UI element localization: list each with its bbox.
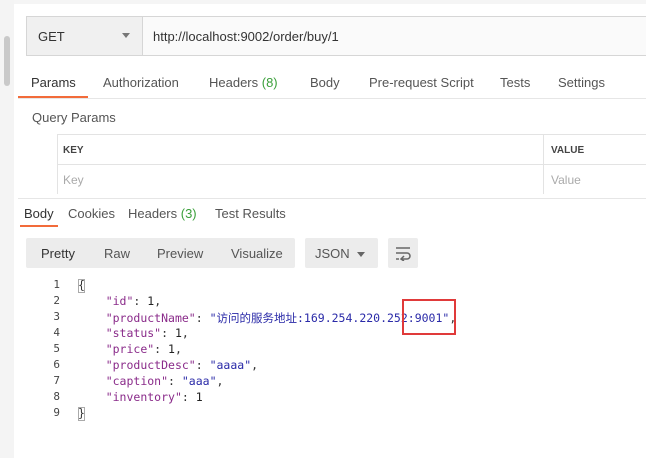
line-number: 5	[53, 342, 60, 355]
format-select[interactable]: JSON	[305, 238, 378, 268]
active-response-tab-indicator	[20, 225, 58, 227]
json-key: "caption"	[105, 374, 169, 388]
visualize-button[interactable]: Visualize	[231, 246, 283, 261]
code-line: 4 "status": 1,	[0, 326, 646, 342]
code-text: "productDesc": "aaaa",	[105, 358, 259, 372]
response-tabs: Body Cookies Headers (3) Test Results	[18, 198, 646, 227]
tab-settings[interactable]: Settings	[558, 75, 605, 90]
code-line: 5 "price": 1,	[0, 342, 646, 358]
code-text: "price": 1,	[105, 342, 182, 356]
method-label: GET	[38, 29, 65, 44]
line-number: 7	[53, 374, 60, 387]
code-line: 9}	[0, 406, 646, 422]
key-header: KEY	[63, 145, 84, 156]
code-text: "caption": "aaa",	[105, 374, 224, 388]
line-number: 1	[53, 278, 60, 291]
json-key: "productDesc"	[105, 358, 196, 372]
code-text: }	[78, 406, 85, 420]
json-key: "inventory"	[105, 390, 182, 404]
json-key: "productName"	[105, 311, 196, 325]
tab-authorization[interactable]: Authorization	[103, 75, 179, 90]
code-line: 6 "productDesc": "aaaa",	[0, 358, 646, 374]
tab-body[interactable]: Body	[310, 75, 340, 90]
query-params-table: KEY VALUE Key Value	[57, 134, 646, 194]
request-tabs: Params Authorization Headers (8) Body Pr…	[18, 68, 646, 99]
code-text: {	[78, 278, 85, 292]
response-tab-cookies[interactable]: Cookies	[68, 206, 115, 221]
response-tab-headers[interactable]: Headers (3)	[128, 206, 197, 221]
line-number: 9	[53, 406, 60, 419]
chevron-down-icon	[357, 252, 365, 257]
value-header: VALUE	[551, 145, 585, 156]
chevron-down-icon	[122, 33, 130, 38]
raw-button[interactable]: Raw	[104, 246, 130, 261]
json-value: "aaaa"	[209, 358, 252, 372]
line-number: 6	[53, 358, 60, 371]
line-number: 4	[53, 326, 60, 339]
tab-pre-request-script[interactable]: Pre-request Script	[369, 75, 474, 90]
response-tab-body[interactable]: Body	[24, 206, 54, 221]
top-edge	[0, 0, 646, 4]
json-value: 1	[195, 390, 203, 404]
tab-headers[interactable]: Headers (8)	[209, 75, 278, 90]
scrollbar-thumb[interactable]	[4, 36, 10, 86]
response-tab-test-results[interactable]: Test Results	[215, 206, 286, 221]
code-line: 2 "id": 1,	[0, 294, 646, 310]
pretty-button[interactable]: Pretty	[41, 246, 75, 261]
format-label: JSON	[315, 246, 350, 261]
json-key: "price"	[105, 342, 155, 356]
method-select[interactable]: GET	[27, 17, 143, 55]
code-line: 3 "productName": "访问的服务地址:169.254.220.25…	[0, 310, 646, 326]
json-value: 1	[168, 342, 175, 356]
column-divider	[543, 134, 544, 194]
json-key: "status"	[105, 326, 162, 340]
wrap-lines-icon	[396, 247, 411, 261]
code-line: 1{	[0, 278, 646, 294]
view-mode-bar: Pretty Raw Preview Visualize	[26, 238, 295, 268]
json-value: "aaa"	[181, 374, 217, 388]
code-text: "status": 1,	[105, 326, 189, 340]
code-line: 7 "caption": "aaa",	[0, 374, 646, 390]
code-text: "productName": "访问的服务地址:169.254.220.252:…	[105, 311, 457, 325]
line-number: 2	[53, 294, 60, 307]
annotation-highlight-box	[402, 299, 456, 335]
tab-params[interactable]: Params	[31, 75, 76, 90]
code-line: 8 "inventory": 1	[0, 390, 646, 406]
wrap-lines-button[interactable]	[388, 238, 418, 268]
line-number: 8	[53, 390, 60, 403]
tab-tests[interactable]: Tests	[500, 75, 530, 90]
json-value: 1	[174, 326, 182, 340]
json-value: 1	[147, 294, 155, 308]
active-tab-indicator	[18, 96, 88, 98]
preview-button[interactable]: Preview	[157, 246, 203, 261]
code-text: "inventory": 1	[105, 390, 203, 404]
table-header-row: KEY VALUE	[57, 134, 646, 165]
query-params-title: Query Params	[32, 110, 116, 125]
line-number: 3	[53, 310, 60, 323]
json-key: "id"	[105, 294, 134, 308]
request-bar: GET http://localhost:9002/order/buy/1	[26, 16, 646, 56]
url-input[interactable]: http://localhost:9002/order/buy/1	[153, 29, 339, 44]
code-text: "id": 1,	[105, 294, 162, 308]
key-input[interactable]: Key	[63, 173, 84, 187]
value-input[interactable]: Value	[551, 173, 581, 187]
table-row: Key Value	[57, 164, 646, 195]
